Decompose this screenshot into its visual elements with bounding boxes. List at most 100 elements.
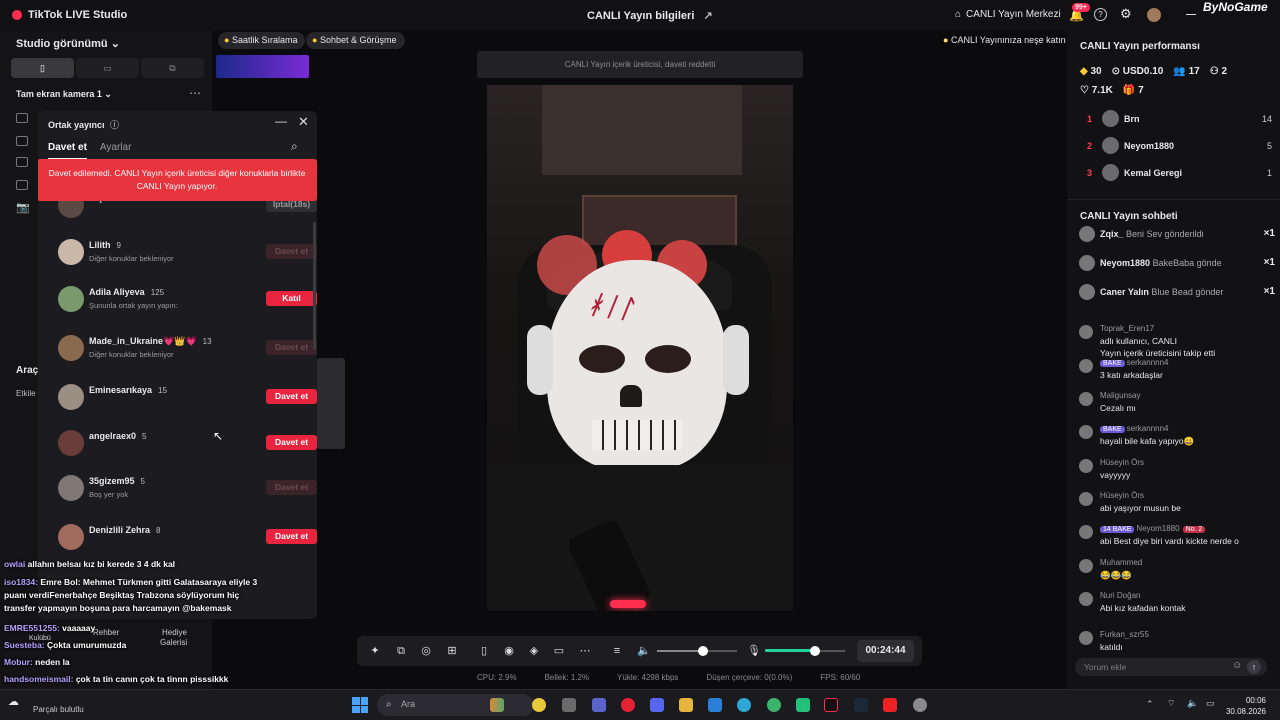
source-icon[interactable] xyxy=(16,136,28,146)
layout-icon[interactable]: ⧉ xyxy=(395,645,407,657)
youtube-icon[interactable] xyxy=(883,698,897,712)
monitor-icon[interactable] xyxy=(16,180,28,190)
upload-stat: Yükle: 4298 kbps xyxy=(617,673,679,682)
wifi-icon[interactable]: ⌔ xyxy=(1167,698,1175,709)
avatar xyxy=(58,524,84,550)
help-icon[interactable]: ? xyxy=(1094,8,1107,21)
mic-icon[interactable]: 🎙 xyxy=(747,645,761,657)
taskbar-search[interactable]: Ara xyxy=(377,694,534,716)
chrome-icon[interactable] xyxy=(767,698,781,712)
emoji-icon[interactable]: ☺ xyxy=(1232,660,1242,671)
guide-label[interactable]: Rehber xyxy=(93,628,119,637)
teams-icon[interactable] xyxy=(592,698,606,712)
opera-icon[interactable] xyxy=(621,698,635,712)
event-banner[interactable] xyxy=(216,55,309,78)
ranking-row[interactable]: 3 Kemal Geregi 1 xyxy=(1080,164,1272,184)
source-icon[interactable] xyxy=(16,113,28,123)
speaker-icon[interactable]: 🔈 xyxy=(637,645,651,657)
live-info-title[interactable]: CANLI Yayın bilgileri ↗ xyxy=(587,9,713,22)
camera-source-dropdown[interactable]: Tam ekran kamera 1 ⌄ xyxy=(16,89,112,100)
mail-icon[interactable] xyxy=(708,698,722,712)
video-icon[interactable]: ▭ xyxy=(553,645,565,657)
avatar[interactable] xyxy=(1147,8,1161,22)
effects-label: Etkile xyxy=(16,389,36,398)
record-icon[interactable]: ◉ xyxy=(503,645,515,657)
invite-button[interactable]: Davet et xyxy=(266,529,317,544)
invite-button[interactable]: Davet et xyxy=(266,389,317,404)
gift-gallery-label[interactable]: Galerisi xyxy=(160,638,187,647)
monitor-icon[interactable] xyxy=(16,157,28,167)
ranking-row[interactable]: 1 Brn 14 xyxy=(1080,110,1272,130)
info-icon[interactable]: ⓘ xyxy=(110,120,119,130)
rank-badge: No. 2 xyxy=(1182,526,1206,533)
mic-knob[interactable] xyxy=(809,646,820,656)
minimize-icon[interactable] xyxy=(1186,14,1196,15)
magic-icon[interactable]: ✦ xyxy=(369,645,381,657)
volume-icon[interactable]: 🔈 xyxy=(1187,698,1198,709)
list-item: Eminesarıkaya 15 Davet et xyxy=(58,379,317,415)
comment-text: 😂😂😂 xyxy=(1100,570,1132,580)
tiktok-icon[interactable] xyxy=(824,698,838,712)
chevron-up-icon[interactable]: ⌃ xyxy=(1146,699,1154,710)
landscape-button[interactable]: ▭ xyxy=(76,58,139,78)
invite-button[interactable]: Davet et xyxy=(266,480,317,495)
portrait-button[interactable]: ▯ xyxy=(11,58,74,78)
chat-meet-pill[interactable]: ● Sohbet & Görüşme xyxy=(306,32,405,49)
chat-comment: Toprak_Eren17 adlı kullanıcı, CANLI Yayın … xyxy=(1079,324,1269,358)
invite-button[interactable]: Davet et xyxy=(266,244,317,259)
more-icon[interactable]: ⋯ xyxy=(579,645,591,657)
gift-text: Caner Yalın Blue Bead gönder xyxy=(1100,287,1223,297)
chat-title: CANLI Yayın sohbeti xyxy=(1080,211,1178,222)
ranking-row[interactable]: 2 Neyom1880 5 xyxy=(1080,137,1272,157)
invite-button[interactable]: Davet et xyxy=(266,435,317,450)
studio-view-dropdown[interactable]: Studio görünümü ⌄ xyxy=(16,37,120,50)
cohost-modal: Ortak yayıncı ⓘ — ✕ Davet et Ayarlar ⌕ B… xyxy=(38,111,317,619)
fun-tip[interactable]: ● CANLI Yayınınıza neşe katın xyxy=(943,35,1066,45)
steam-icon[interactable] xyxy=(854,698,868,712)
avatar xyxy=(1102,164,1119,181)
settings-icon[interactable] xyxy=(913,698,927,712)
overlay-chat-text: çok ta tin canın çok ta tinnn pisssikkk xyxy=(75,674,229,684)
discord-icon[interactable] xyxy=(650,698,664,712)
gift-multiplier: ×1 xyxy=(1263,228,1275,239)
live-center-button[interactable]: ⌂ CANLI Yayın Merkezi xyxy=(955,9,1061,20)
comment-user: BAKE serkannnn4 xyxy=(1100,358,1169,367)
folder-icon[interactable] xyxy=(679,698,693,712)
gift-gallery-label[interactable]: Hediye xyxy=(162,628,187,637)
invite-button[interactable]: Davet et xyxy=(266,340,317,355)
hourly-ranking-pill[interactable]: ● Saatlik Sıralama xyxy=(218,32,306,49)
phone-icon[interactable]: ▯ xyxy=(478,645,490,657)
add-scene-icon[interactable]: ⊞ xyxy=(446,645,458,657)
chevron-down-icon: ⌄ xyxy=(110,38,120,50)
windows-start-icon[interactable] xyxy=(352,697,368,713)
app-icon[interactable] xyxy=(796,698,810,712)
edge-icon[interactable] xyxy=(737,698,751,712)
dual-button[interactable]: ⧉ xyxy=(141,58,204,78)
camera-icon[interactable]: 📷 xyxy=(16,201,30,214)
weather-icon[interactable]: ☁ xyxy=(8,695,19,708)
screenshot-icon[interactable]: ◎ xyxy=(420,645,432,657)
replay-icon[interactable]: ◈ xyxy=(528,645,540,657)
app-icon[interactable] xyxy=(490,698,504,712)
send-icon[interactable]: ↑ xyxy=(1247,660,1261,674)
stream-timer: 00:24:44 xyxy=(857,640,914,662)
more-icon[interactable]: ⋯ xyxy=(189,86,201,100)
modal-scrollbar[interactable] xyxy=(313,222,316,350)
battery-icon[interactable]: ▭ xyxy=(1206,698,1215,709)
tab-invite[interactable]: Davet et xyxy=(48,142,87,160)
gift-message: Caner Yalın Blue Bead gönder ×1 xyxy=(1079,283,1275,303)
invite-button[interactable]: Katıl xyxy=(266,291,317,306)
search-icon[interactable]: ⌕ xyxy=(291,139,298,154)
adjust-icon[interactable]: ≡ xyxy=(611,645,623,657)
explorer-icon[interactable] xyxy=(562,698,576,712)
chrome-icon[interactable] xyxy=(532,698,546,712)
gear-icon[interactable]: ⚙ xyxy=(1120,6,1132,22)
minimize-icon[interactable]: — xyxy=(275,114,287,128)
taskbar-clock[interactable]: 00:06 30.08.2026 xyxy=(1226,695,1266,717)
share-icon[interactable]: ↗ xyxy=(703,10,712,22)
close-icon[interactable]: ✕ xyxy=(298,114,309,130)
tab-settings[interactable]: Ayarlar xyxy=(100,142,132,160)
comment-text: abi yaşıyor musun be xyxy=(1100,503,1181,513)
volume-knob[interactable] xyxy=(698,646,709,656)
side-panel-handle[interactable] xyxy=(317,358,345,449)
